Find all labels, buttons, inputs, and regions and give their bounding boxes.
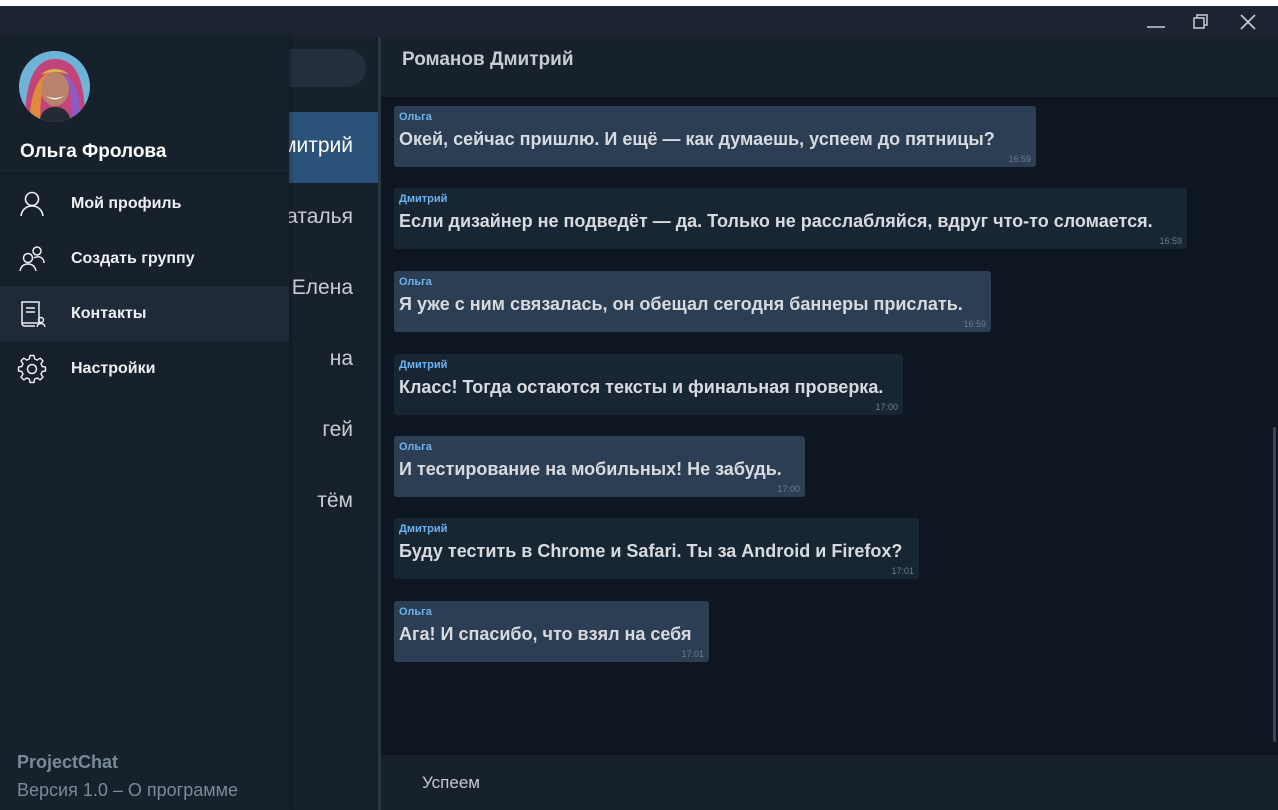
title-bar <box>0 6 1278 37</box>
avatar[interactable] <box>19 51 90 122</box>
message-bubble: Ольга Окей, сейчас пришлю. И ещё — как д… <box>394 106 1036 167</box>
message-time: 17:00 <box>875 402 898 412</box>
message-bubble: Ольга Я уже с ним связалась, он обещал с… <box>394 271 991 332</box>
menu-label: Мой профиль <box>71 194 182 212</box>
message-time: 16:59 <box>1159 236 1182 246</box>
message-bubble: Ольга И тестирование на мобильных! Не за… <box>394 436 805 497</box>
message-time: 17:01 <box>681 649 704 659</box>
message-text: Я уже с ним связалась, он обещал сегодня… <box>399 294 963 314</box>
menu-item-create-group[interactable]: Создать группу <box>0 231 289 286</box>
menu-item-profile[interactable]: Мой профиль <box>0 176 289 231</box>
message-area: Ольга Окей, сейчас пришлю. И ещё — как д… <box>381 97 1278 755</box>
menu-label: Настройки <box>71 359 156 377</box>
menu-label: Контакты <box>71 304 147 322</box>
app-name: ProjectChat <box>17 752 119 772</box>
message-bubble: Дмитрий Если дизайнер не подведёт — да. … <box>394 188 1187 249</box>
close-button[interactable] <box>1225 6 1271 37</box>
divider <box>0 173 289 174</box>
message-scrollbar[interactable] <box>1273 427 1276 742</box>
message-time: 17:00 <box>777 484 800 494</box>
minimize-icon <box>1147 25 1165 28</box>
message-bubble: Дмитрий Буду тестить в Chrome и Safari. … <box>394 518 919 579</box>
message-author: Дмитрий <box>399 359 448 371</box>
message-author: Ольга <box>399 441 432 453</box>
message-input[interactable]: Успеем <box>422 773 480 793</box>
message-time: 16:59 <box>1008 154 1031 164</box>
profile-name: Ольга Фролова <box>20 141 167 162</box>
message-author: Ольга <box>399 276 432 288</box>
message-time: 17:01 <box>891 566 914 576</box>
message-author: Ольга <box>399 606 432 618</box>
message-bubble: Дмитрий Класс! Тогда остаются тексты и ф… <box>394 354 903 415</box>
minimize-button[interactable] <box>1133 6 1179 37</box>
user-icon <box>20 191 44 216</box>
chat-title: Романов Дмитрий <box>402 49 574 70</box>
message-time: 16:59 <box>963 319 986 329</box>
close-icon <box>1240 13 1256 30</box>
menu-label: Создать группу <box>71 249 195 267</box>
menu-item-contacts[interactable]: Контакты <box>0 286 289 341</box>
message-text: Окей, сейчас пришлю. И ещё — как думаешь… <box>399 129 995 149</box>
group-icon <box>19 245 45 271</box>
message-text: Класс! Тогда остаются тексты и финальная… <box>399 377 884 397</box>
menu-item-settings[interactable]: Настройки <box>0 341 289 396</box>
message-input-bar[interactable]: Успеем <box>381 755 1278 810</box>
message-text: Если дизайнер не подведёт — да. Только н… <box>399 211 1153 231</box>
chat-header: Романов Дмитрий <box>381 37 1278 97</box>
message-author: Дмитрий <box>399 523 448 535</box>
gear-icon <box>17 354 47 383</box>
message-bubble: Ольга Ага! И спасибо, что взял на себя 1… <box>394 601 709 662</box>
side-drawer: Ольга Фролова Мой профиль Создать группу… <box>0 37 289 810</box>
maximize-button[interactable] <box>1178 6 1224 37</box>
restore-icon <box>1193 13 1208 29</box>
message-text: И тестирование на мобильных! Не забудь. <box>399 459 782 479</box>
avatar-image <box>19 51 90 122</box>
message-author: Дмитрий <box>399 193 448 205</box>
message-author: Ольга <box>399 111 432 123</box>
about-link[interactable]: Версия 1.0 – О программе <box>17 780 238 801</box>
contacts-icon <box>21 300 46 327</box>
message-text: Буду тестить в Chrome и Safari. Ты за An… <box>399 541 903 561</box>
message-text: Ага! И спасибо, что взял на себя <box>399 624 692 644</box>
